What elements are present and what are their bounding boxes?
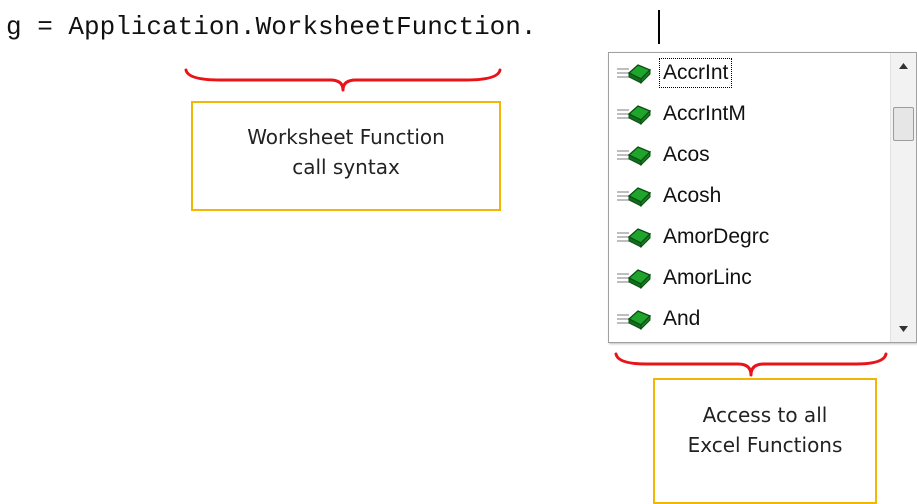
list-item-label: AmorDegrc — [663, 225, 770, 248]
code-line[interactable]: g = Application.WorksheetFunction. — [6, 8, 537, 46]
autocomplete-list[interactable]: AccrInt AccrIntM Acos Acosh AmorDegrc Am… — [608, 52, 917, 343]
callout-functions-line1: Access to all — [702, 403, 828, 427]
list-item[interactable]: AccrInt — [609, 53, 890, 94]
callout-functions-line2: Excel Functions — [687, 433, 843, 457]
list-item-label: AccrInt — [658, 58, 733, 88]
text-cursor — [658, 10, 660, 44]
scroll-up-button[interactable] — [891, 53, 916, 79]
callout-syntax-line2: call syntax — [292, 155, 400, 179]
scroll-thumb[interactable] — [893, 107, 914, 141]
method-icon — [617, 310, 652, 330]
list-item-label: And — [663, 307, 701, 330]
list-item[interactable]: And — [609, 299, 890, 340]
method-icon — [617, 228, 652, 248]
list-item[interactable]: AmorLinc — [609, 258, 890, 299]
autocomplete-items: AccrInt AccrIntM Acos Acosh AmorDegrc Am… — [609, 53, 890, 342]
list-item-label: Acosh — [663, 184, 722, 207]
method-icon — [617, 64, 652, 84]
method-icon — [617, 105, 652, 125]
chevron-up-icon — [899, 63, 908, 69]
list-item-label: AmorLinc — [663, 266, 752, 289]
list-item[interactable]: AmorDegrc — [609, 217, 890, 258]
method-icon — [617, 187, 652, 207]
callout-syntax-line1: Worksheet Function — [247, 125, 445, 149]
scroll-down-button[interactable] — [891, 316, 916, 342]
method-icon — [617, 269, 652, 289]
chevron-down-icon — [899, 326, 908, 332]
brace-syntax — [184, 68, 502, 92]
method-icon — [617, 146, 652, 166]
list-item[interactable]: Acos — [609, 135, 890, 176]
list-item-label: AccrIntM — [663, 102, 746, 125]
vertical-scrollbar[interactable] — [890, 53, 916, 342]
brace-functions — [614, 352, 888, 377]
callout-syntax: Worksheet Function call syntax — [191, 101, 501, 211]
callout-functions: Access to all Excel Functions — [653, 378, 877, 504]
list-item[interactable]: Acosh — [609, 176, 890, 217]
list-item-label: Acos — [663, 143, 710, 166]
list-item[interactable]: AccrIntM — [609, 94, 890, 135]
